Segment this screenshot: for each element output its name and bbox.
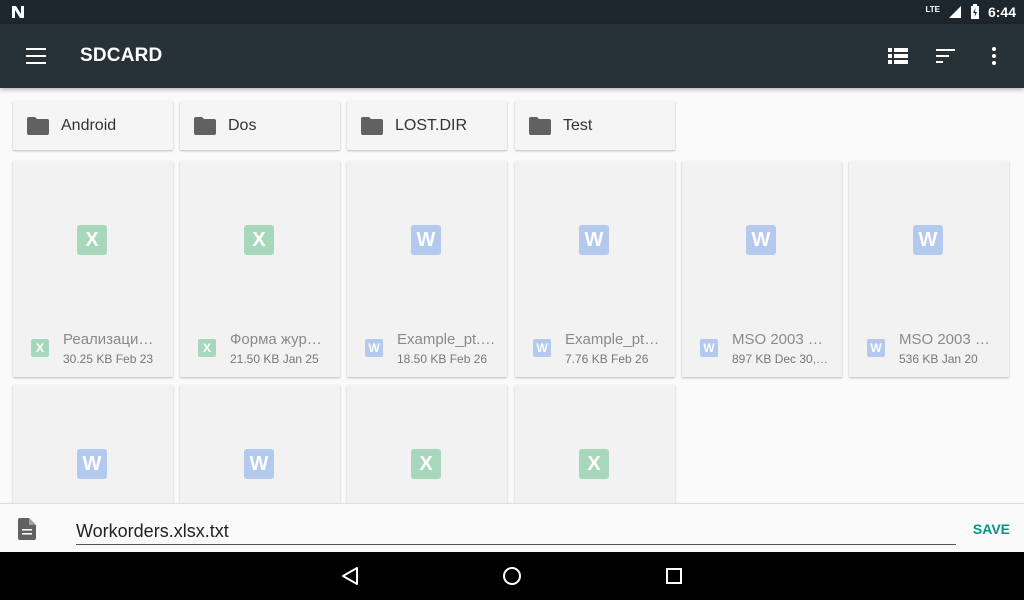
page-title: SDCARD [80, 45, 163, 66]
file-card[interactable]: W W Example_pt… 7.76 KB Feb 26 [515, 161, 675, 377]
word-file-icon: W [533, 339, 551, 357]
file-card[interactable]: X X Реализаци… 30.25 KB Feb 23 [13, 161, 173, 377]
file-card[interactable]: W [13, 385, 173, 503]
sort-icon[interactable] [930, 40, 962, 72]
battery-icon [970, 4, 979, 19]
word-file-icon: W [365, 339, 383, 357]
folder-name: Android [61, 116, 117, 134]
signal-icon [948, 6, 961, 18]
word-file-icon: W [746, 225, 776, 255]
file-card[interactable]: W W Example_pt.… 18.50 KB Feb 26 [347, 161, 507, 377]
file-meta: 536 KB Jan 20 [899, 352, 978, 366]
save-button[interactable]: SAVE [973, 521, 1010, 537]
save-bar: SAVE [0, 503, 1024, 552]
file-grid: Android Dos LOST.DIR Test X X Реализаци…… [0, 88, 1024, 503]
list-view-icon[interactable] [882, 40, 914, 72]
file-meta: 897 KB Dec 30,… [732, 352, 829, 366]
file-name: MSO 2003 … [732, 331, 823, 348]
excel-file-icon: X [411, 449, 441, 479]
folder-icon [27, 116, 49, 135]
word-file-icon: W [700, 339, 718, 357]
file-card[interactable]: W W MSO 2003 … 897 KB Dec 30,… [682, 161, 842, 377]
clock: 6:44 [987, 4, 1016, 20]
folder-name: Dos [228, 116, 257, 134]
folder-icon [529, 116, 551, 135]
word-file-icon: W [244, 449, 274, 479]
excel-file-icon: X [77, 225, 107, 255]
app-bar: SDCARD [0, 24, 1024, 88]
folder-dos[interactable]: Dos [180, 101, 340, 150]
folder-name: LOST.DIR [395, 116, 468, 134]
folder-icon [361, 116, 383, 135]
file-name: Example_pt.… [397, 331, 496, 348]
excel-file-icon: X [31, 339, 49, 357]
file-meta: 21.50 KB Jan 25 [230, 352, 319, 366]
file-name: Example_pt… [565, 331, 660, 348]
document-icon [18, 518, 36, 540]
word-file-icon: W [77, 449, 107, 479]
excel-file-icon: X [244, 225, 274, 255]
folder-android[interactable]: Android [13, 101, 173, 150]
word-file-icon: W [579, 225, 609, 255]
file-card[interactable]: W [180, 385, 340, 503]
notification-n-icon [12, 6, 24, 18]
recents-icon[interactable] [662, 564, 686, 588]
word-file-icon: W [913, 225, 943, 255]
file-name: Реализаци… [63, 331, 154, 348]
folder-name: Test [563, 116, 593, 134]
home-icon[interactable] [500, 564, 524, 588]
menu-icon[interactable] [20, 44, 52, 68]
file-card[interactable]: X [347, 385, 507, 503]
folder-lost-dir[interactable]: LOST.DIR [347, 101, 507, 150]
navigation-bar [0, 552, 1024, 600]
file-meta: 18.50 KB Feb 26 [397, 352, 488, 366]
folder-test[interactable]: Test [515, 101, 675, 150]
filename-input[interactable] [76, 513, 956, 545]
network-type: LTE [925, 4, 940, 14]
folder-icon [194, 116, 216, 135]
file-name: Форма жур… [230, 331, 322, 348]
excel-file-icon: X [198, 339, 216, 357]
file-card[interactable]: X X Форма жур… 21.50 KB Jan 25 [180, 161, 340, 377]
status-bar: LTE 6:44 [0, 0, 1024, 24]
file-name: MSO 2003 … [899, 331, 990, 348]
file-card[interactable]: W W MSO 2003 … 536 KB Jan 20 [849, 161, 1009, 377]
file-card[interactable]: X [515, 385, 675, 503]
more-vert-icon[interactable] [978, 40, 1010, 72]
excel-file-icon: X [579, 449, 609, 479]
word-file-icon: W [411, 225, 441, 255]
back-icon[interactable] [338, 564, 362, 588]
file-meta: 7.76 KB Feb 26 [565, 352, 649, 366]
word-file-icon: W [867, 339, 885, 357]
file-meta: 30.25 KB Feb 23 [63, 352, 154, 366]
